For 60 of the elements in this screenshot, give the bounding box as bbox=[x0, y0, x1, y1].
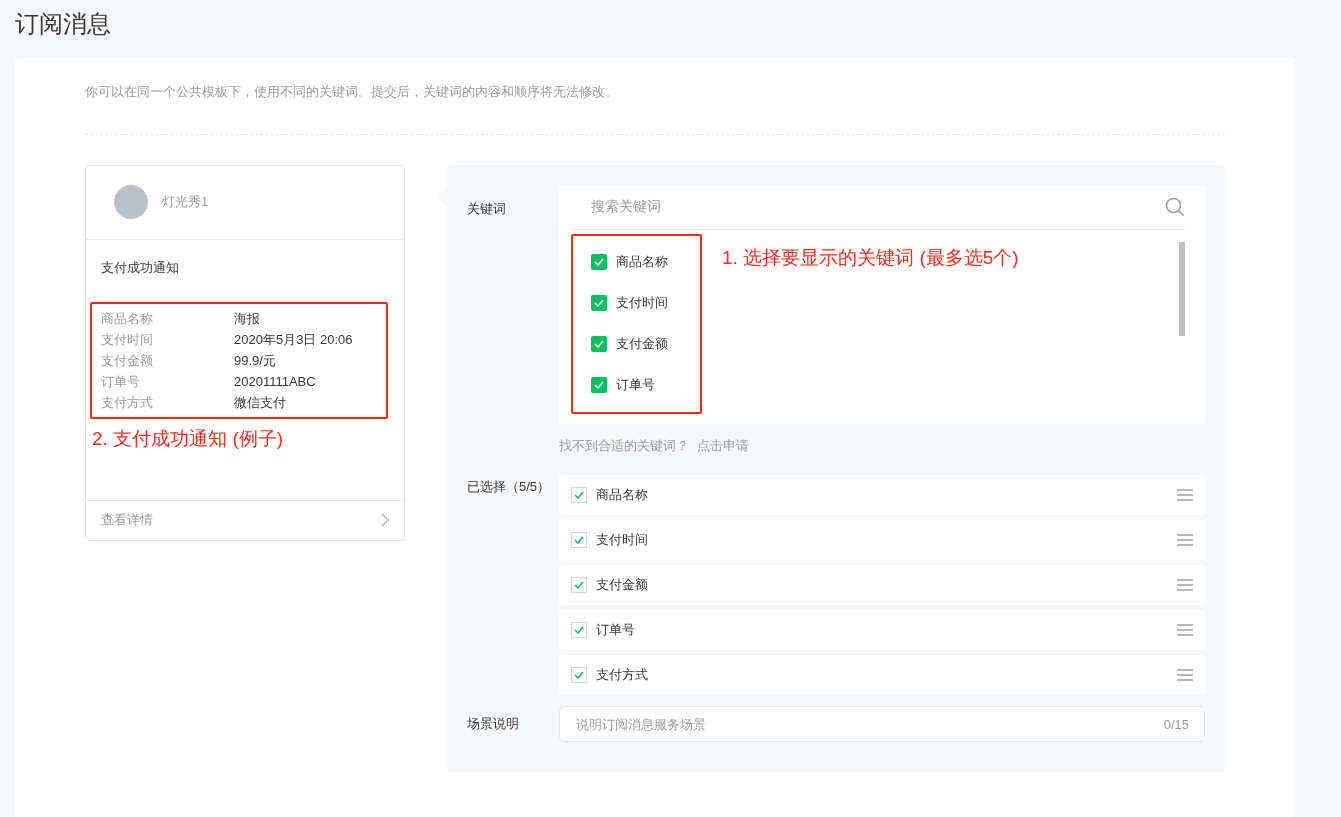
keyword-label: 商品名称 bbox=[596, 486, 649, 505]
checkmark-icon bbox=[574, 491, 584, 499]
field-label: 支付时间 bbox=[101, 330, 154, 349]
drag-handle-icon[interactable] bbox=[1177, 534, 1193, 546]
keyword-option[interactable]: 支付金额 bbox=[591, 323, 700, 365]
checkbox[interactable] bbox=[591, 377, 607, 393]
drag-handle-icon[interactable] bbox=[1177, 489, 1193, 501]
field-value: 2020年5月3日 20:06 bbox=[234, 330, 353, 349]
field-value: 20201111ABC bbox=[234, 372, 316, 391]
field-value: 海报 bbox=[234, 309, 260, 328]
checkmark-icon bbox=[574, 536, 584, 544]
option-label: 支付金额 bbox=[616, 335, 668, 354]
annotation-text: 1. 选择要显示的关键词 (最多选5个) bbox=[721, 245, 1020, 270]
field-label: 商品名称 bbox=[101, 309, 154, 328]
checkbox[interactable] bbox=[591, 254, 607, 270]
checkmark-icon bbox=[574, 626, 584, 634]
checkmark-icon bbox=[574, 581, 584, 589]
account-name: 灯光秀1 bbox=[162, 193, 209, 212]
field-label: 支付方式 bbox=[101, 393, 154, 412]
checkbox[interactable] bbox=[571, 487, 587, 503]
keyword-label: 支付方式 bbox=[596, 666, 649, 685]
checkmark-icon bbox=[594, 340, 604, 348]
checkmark-icon bbox=[594, 299, 604, 307]
keyword-option[interactable]: 支付时间 bbox=[591, 282, 700, 324]
keyword-option[interactable]: 商品名称 bbox=[591, 241, 700, 283]
checkbox[interactable] bbox=[571, 622, 587, 638]
option-label: 支付时间 bbox=[616, 294, 668, 313]
field-label: 已选择（5/5） bbox=[467, 478, 552, 496]
checkmark-icon bbox=[594, 258, 604, 266]
field-label: 关键词 bbox=[467, 199, 507, 218]
field-label: 场景说明 bbox=[467, 715, 520, 733]
field-value: 99.9/元 bbox=[234, 351, 276, 370]
chevron-right-icon bbox=[381, 513, 389, 527]
keyword-label: 支付金额 bbox=[596, 576, 649, 595]
page-title: 订阅消息 bbox=[14, 9, 112, 39]
field-label: 订单号 bbox=[101, 372, 141, 391]
checkbox[interactable] bbox=[571, 667, 587, 683]
field-label: 支付金额 bbox=[101, 351, 154, 370]
field-value: 微信支付 bbox=[234, 393, 286, 412]
message-title: 支付成功通知 bbox=[100, 258, 180, 277]
scrollbar[interactable] bbox=[1179, 241, 1185, 336]
search-icon[interactable] bbox=[1165, 196, 1185, 217]
drag-handle-icon[interactable] bbox=[1177, 624, 1193, 636]
checkbox[interactable] bbox=[571, 577, 587, 593]
checkmark-icon bbox=[594, 381, 604, 389]
checkbox[interactable] bbox=[571, 532, 587, 548]
option-label: 商品名称 bbox=[616, 253, 668, 272]
avatar-photo bbox=[114, 185, 148, 219]
checkbox[interactable] bbox=[591, 336, 607, 352]
drag-handle-icon[interactable] bbox=[1177, 669, 1193, 681]
keyword-label: 订单号 bbox=[596, 621, 636, 640]
annotation-text: 2. 支付成功通知 (例子) bbox=[91, 426, 285, 451]
checkbox[interactable] bbox=[591, 295, 607, 311]
checkmark-icon bbox=[574, 671, 584, 679]
keyword-label: 支付时间 bbox=[596, 531, 649, 550]
keyword-option[interactable]: 订单号 bbox=[591, 364, 700, 406]
help-text: 找不到合适的关键词？ bbox=[559, 437, 689, 453]
option-label: 订单号 bbox=[616, 376, 655, 395]
drag-handle-icon[interactable] bbox=[1177, 579, 1193, 591]
character-counter: 0/15 bbox=[1163, 716, 1189, 734]
